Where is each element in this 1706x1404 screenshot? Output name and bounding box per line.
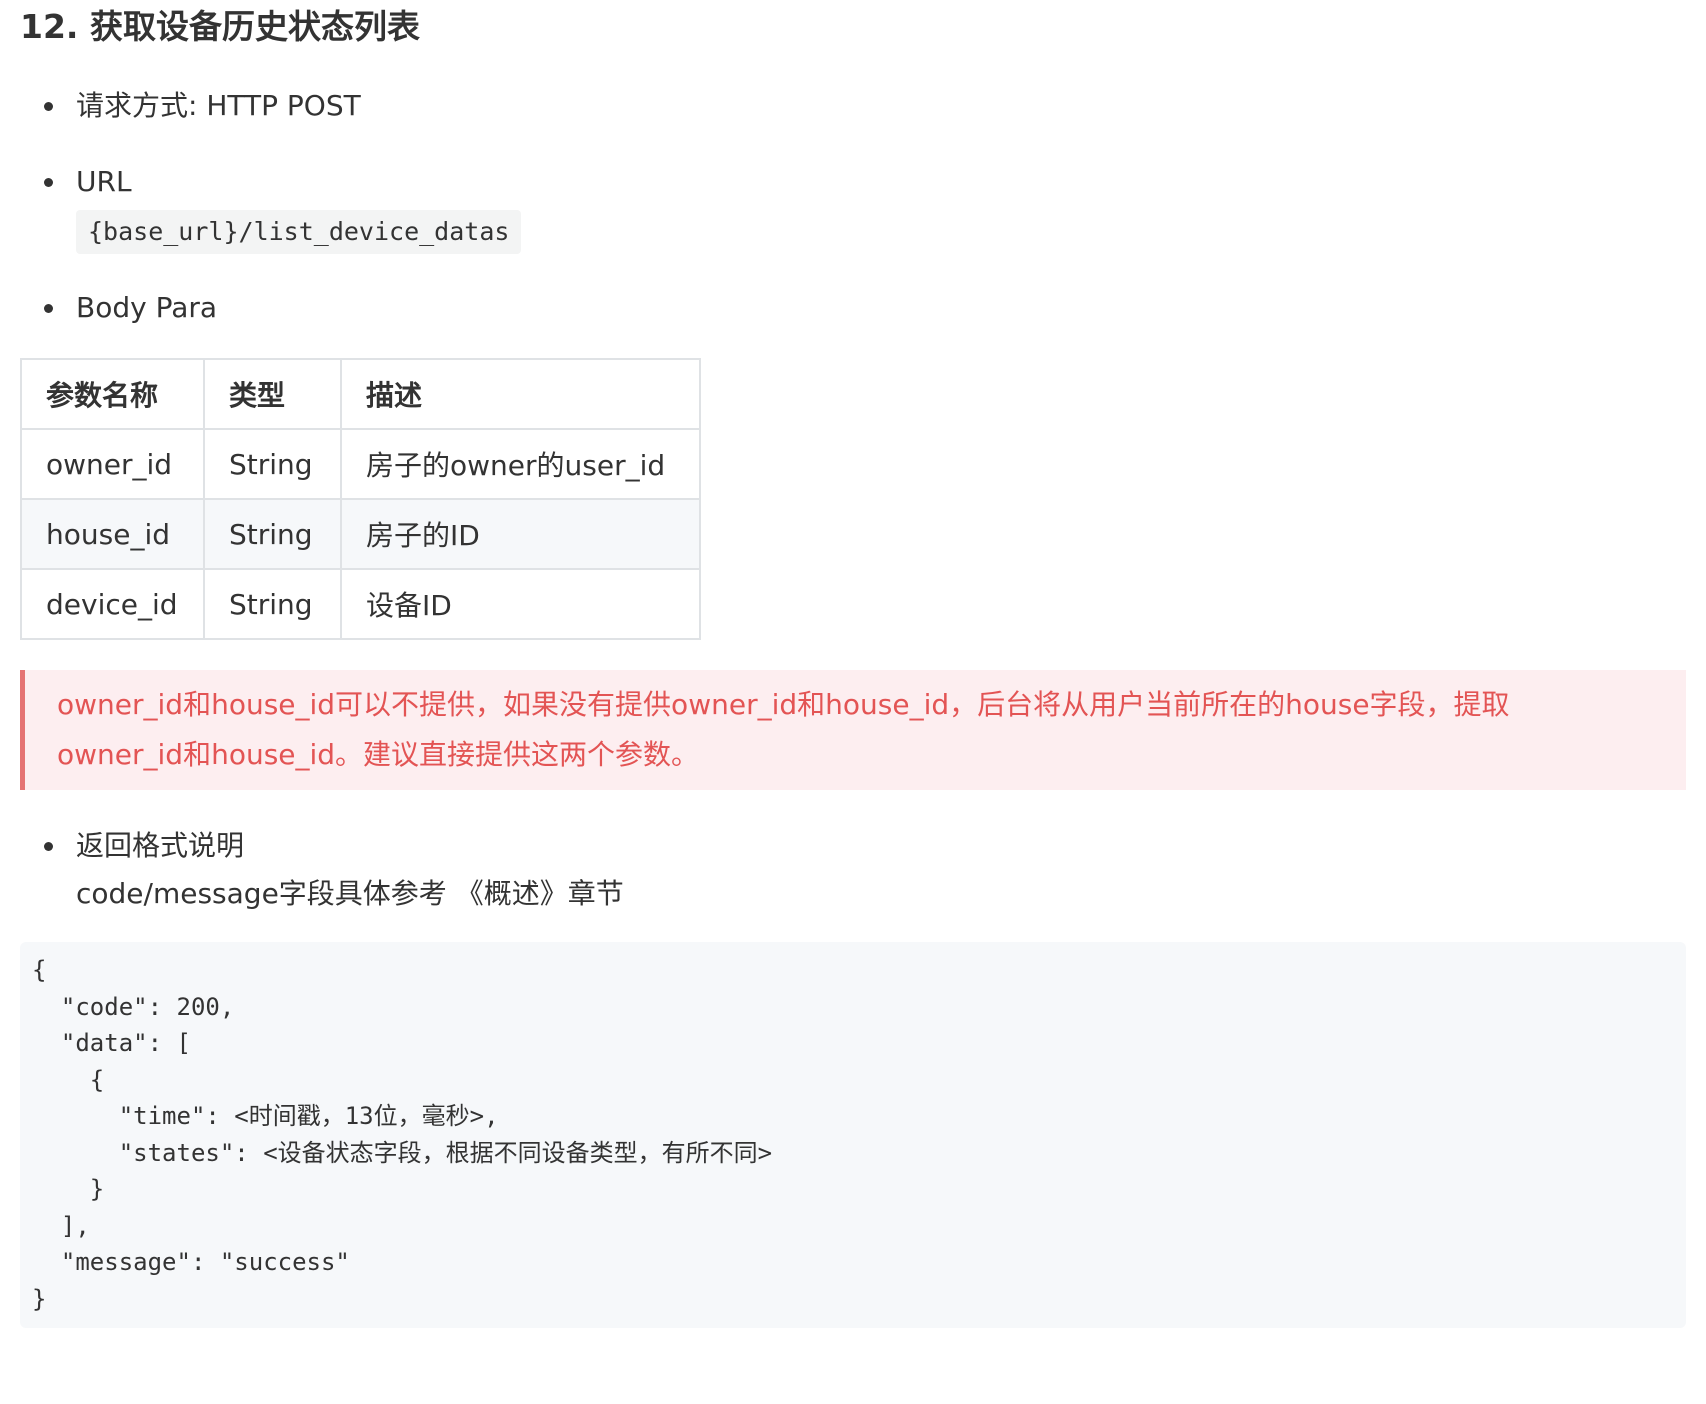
section-heading: 12. 获取设备历史状态列表 xyxy=(20,7,420,46)
cell-description: 设备ID xyxy=(340,568,701,640)
warning-note: owner_id和house_id可以不提供，如果没有提供owner_id和ho… xyxy=(20,670,1686,790)
request-info-list: 请求方式: HTTP POST URL {base_url}/list_devi… xyxy=(20,86,1686,328)
list-item-return-format: 返回格式说明 code/message字段具体参考 《概述》章节 xyxy=(20,826,1686,914)
bullet-icon xyxy=(44,102,53,111)
cell-description: 房子的owner的user_id xyxy=(340,428,701,500)
header-param-name: 参数名称 xyxy=(20,358,205,430)
cell-type: String xyxy=(203,498,342,570)
document-page: 12. 获取设备历史状态列表 请求方式: HTTP POST URL {base… xyxy=(0,0,1706,1404)
request-method-text: 请求方式: HTTP POST xyxy=(76,89,361,122)
list-item-method: 请求方式: HTTP POST xyxy=(20,86,1686,126)
list-item-url: URL {base_url}/list_device_datas xyxy=(20,162,1686,254)
body-para-label: Body Para xyxy=(76,291,218,324)
note-line-2: owner_id和house_id。建议直接提供这两个参数。 xyxy=(57,738,700,771)
cell-param-name: device_id xyxy=(20,568,205,640)
cell-description: 房子的ID xyxy=(340,498,701,570)
return-format-description: code/message字段具体参考 《概述》章节 xyxy=(76,877,624,910)
cell-type: String xyxy=(203,568,342,640)
table-row: device_id String 设备ID xyxy=(20,568,701,640)
return-format-label: 返回格式说明 xyxy=(76,829,245,862)
return-info-list: 返回格式说明 code/message字段具体参考 《概述》章节 xyxy=(20,826,1686,914)
url-label: URL xyxy=(76,165,132,198)
param-table: 参数名称 类型 描述 owner_id String 房子的owner的user… xyxy=(20,358,701,640)
cell-param-name: owner_id xyxy=(20,428,205,500)
cell-type: String xyxy=(203,428,342,500)
cell-param-name: house_id xyxy=(20,498,205,570)
bullet-icon xyxy=(44,178,53,187)
header-type: 类型 xyxy=(203,358,342,430)
url-code: {base_url}/list_device_datas xyxy=(76,210,522,254)
table-header-row: 参数名称 类型 描述 xyxy=(20,358,701,430)
table-row: house_id String 房子的ID xyxy=(20,498,701,570)
note-line-1: owner_id和house_id可以不提供，如果没有提供owner_id和ho… xyxy=(57,688,1510,721)
bullet-icon xyxy=(44,304,53,313)
bullet-icon xyxy=(44,842,53,851)
list-item-body-para: Body Para xyxy=(20,288,1686,328)
response-code-block: { "code": 200, "data": [ { "time": <时间戳，… xyxy=(20,942,1686,1328)
header-description: 描述 xyxy=(340,358,701,430)
table-row: owner_id String 房子的owner的user_id xyxy=(20,428,701,500)
